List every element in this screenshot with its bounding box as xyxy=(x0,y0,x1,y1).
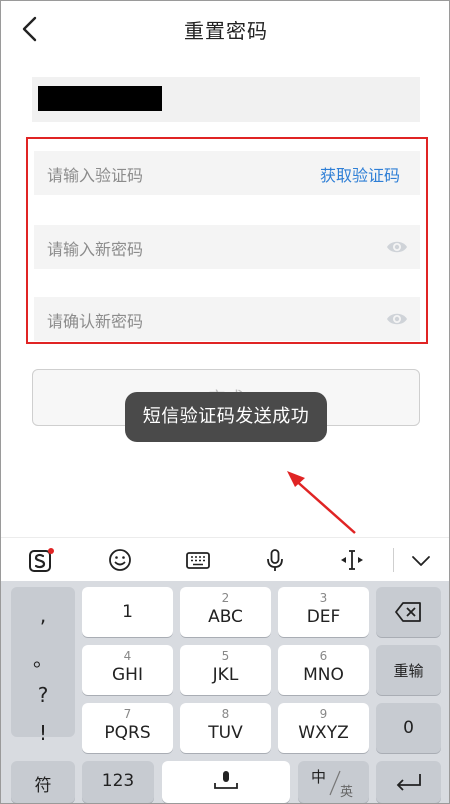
redacted-phone-number xyxy=(38,86,162,111)
key-9[interactable]: 9 WXYZ xyxy=(278,703,369,753)
cursor-move-icon[interactable] xyxy=(338,546,366,574)
key-0[interactable]: 0 xyxy=(376,703,441,753)
enter-key[interactable] xyxy=(376,761,441,803)
backspace-icon xyxy=(395,602,421,622)
symbols-key[interactable]: 符 xyxy=(11,761,75,803)
key-8[interactable]: 8 TUV xyxy=(180,703,271,753)
toast-message: 短信验证码发送成功 xyxy=(125,392,327,442)
lang-en-label: 英 xyxy=(340,785,354,800)
backspace-key[interactable] xyxy=(376,587,441,637)
confirm-password-input[interactable]: 请确认新密码 xyxy=(34,297,420,341)
punct-exclaim[interactable]: ! xyxy=(11,721,75,745)
punct-comma[interactable]: , xyxy=(11,603,75,627)
nav-header: 重置密码 xyxy=(1,1,449,57)
emoji-icon[interactable] xyxy=(106,546,134,574)
sogou-logo-icon[interactable] xyxy=(27,546,55,574)
eye-icon[interactable] xyxy=(386,238,408,256)
code-placeholder: 请输入验证码 xyxy=(47,166,144,185)
highlight-box: 请输入验证码 获取验证码 请输入新密码 请确认新密码 xyxy=(26,137,428,344)
screen: 重置密码 请输入验证码 获取验证码 请输入新密码 请确认新密码 短信验证码发送成… xyxy=(0,0,450,804)
key-5[interactable]: 5 JKL xyxy=(180,645,271,695)
key-6[interactable]: 6 MNO xyxy=(278,645,369,695)
key-1[interactable]: 1 xyxy=(82,587,173,637)
space-key[interactable] xyxy=(162,761,290,803)
chevron-down-icon[interactable] xyxy=(407,546,435,574)
microphone-icon[interactable] xyxy=(261,546,289,574)
lang-zh-label: 中 xyxy=(311,768,327,786)
numbers-key[interactable]: 123 xyxy=(82,761,154,803)
language-switch-key[interactable]: 中 英 xyxy=(298,761,369,803)
toolbar-divider xyxy=(393,548,394,572)
verification-code-input[interactable]: 请输入验证码 获取验证码 xyxy=(34,151,420,195)
punct-period[interactable]: 。 xyxy=(11,643,75,672)
key-2[interactable]: 2 ABC xyxy=(180,587,271,637)
eye-icon[interactable] xyxy=(386,310,408,328)
get-code-button[interactable]: 获取验证码 xyxy=(320,162,400,186)
enter-icon xyxy=(396,774,421,791)
punctuation-column[interactable]: , 。 ? ! xyxy=(11,587,75,745)
confirm-password-placeholder: 请确认新密码 xyxy=(47,312,144,331)
key-7[interactable]: 7 PQRS xyxy=(82,703,173,753)
keyboard: , 。 ? ! 1 2 ABC 3 DEF 4 GHI 5 JKL 6 MNO … xyxy=(1,581,449,803)
key-3[interactable]: 3 DEF xyxy=(278,587,369,637)
keyboard-toolbar xyxy=(1,537,449,581)
space-mic-icon xyxy=(214,771,238,789)
annotation-arrow-icon xyxy=(287,471,356,534)
reinput-key[interactable]: 重输 xyxy=(376,645,441,695)
new-password-input[interactable]: 请输入新密码 xyxy=(34,225,420,269)
page-title: 重置密码 xyxy=(184,19,268,43)
punct-question[interactable]: ? xyxy=(11,683,75,707)
phone-number-field xyxy=(32,77,420,122)
keyboard-icon[interactable] xyxy=(184,546,212,574)
key-4[interactable]: 4 GHI xyxy=(82,645,173,695)
new-password-placeholder: 请输入新密码 xyxy=(47,240,144,259)
